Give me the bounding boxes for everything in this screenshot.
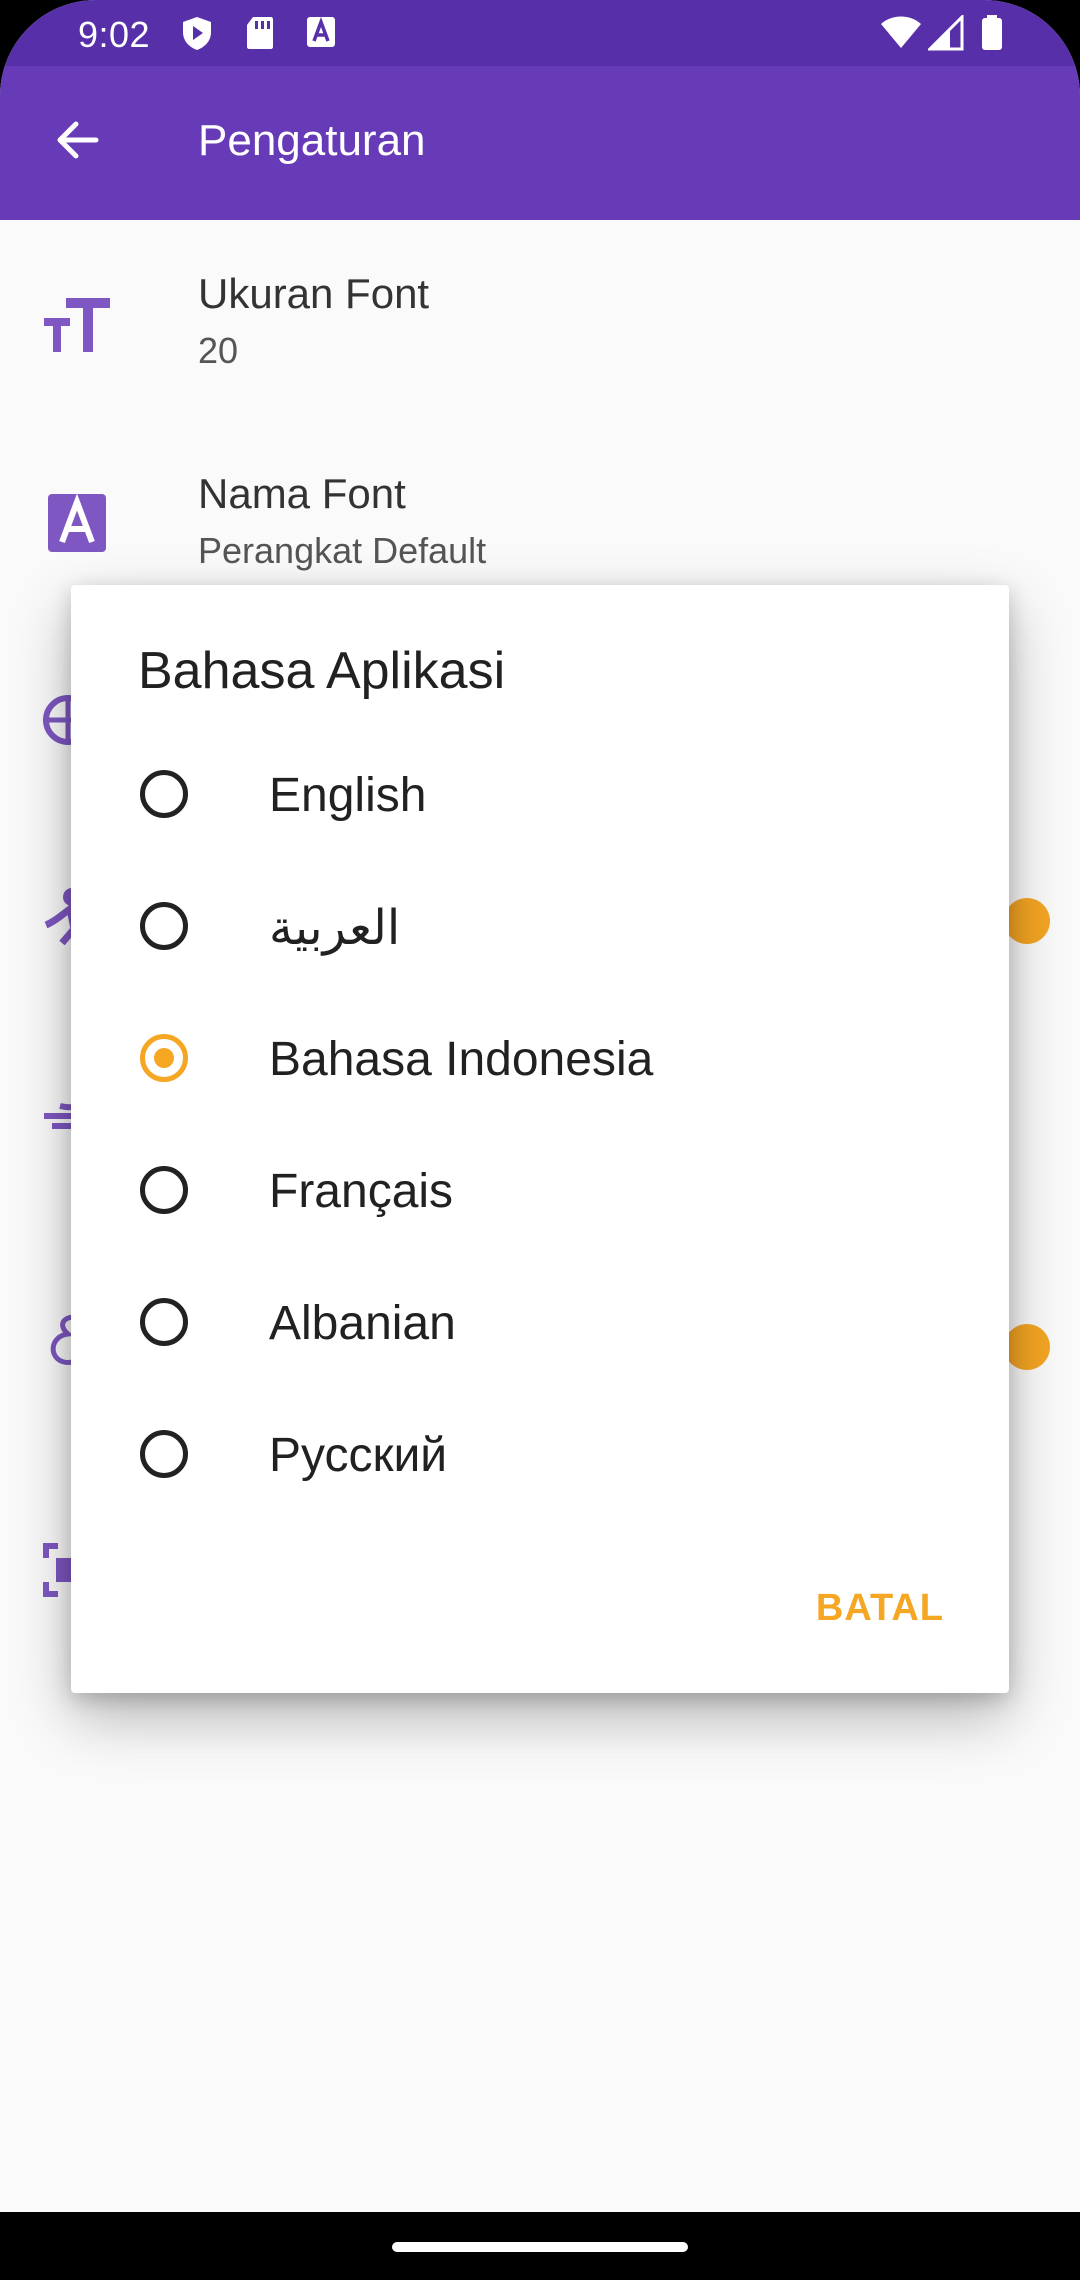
language-option-english[interactable]: English [71, 732, 1009, 864]
battery-icon [982, 15, 1002, 50]
toggle-thumb[interactable] [1004, 898, 1050, 944]
font-name-icon [48, 493, 106, 552]
option-label: العربية [269, 902, 401, 955]
setting-value: Perangkat Default [198, 530, 487, 571]
radio-button[interactable] [140, 770, 188, 818]
wifi-icon [881, 16, 921, 48]
home-gesture-handle[interactable] [392, 2242, 688, 2252]
radio-button-selected[interactable] [140, 1034, 188, 1082]
language-option-russian[interactable]: Русский [71, 1392, 1009, 1524]
language-option-indonesian[interactable]: Bahasa Indonesia [71, 996, 1009, 1128]
language-option-french[interactable]: Français [71, 1128, 1009, 1260]
option-label: Bahasa Indonesia [269, 1033, 654, 1086]
option-label: English [269, 769, 427, 822]
sd-card-icon [247, 17, 273, 49]
option-label: Русский [269, 1429, 448, 1482]
a-text-icon [307, 16, 335, 47]
signal-icon [928, 15, 964, 51]
arrow-back-icon[interactable] [48, 110, 108, 170]
status-bar: 9:02 [0, 0, 1080, 66]
radio-button[interactable] [140, 902, 188, 950]
font-size-icon [44, 298, 110, 352]
radio-button[interactable] [140, 1298, 188, 1346]
radio-button[interactable] [140, 1430, 188, 1478]
navigation-bar [0, 2212, 1080, 2280]
setting-font-size[interactable]: Ukuran Font 20 [0, 220, 1080, 420]
cancel-button[interactable]: BATAL [816, 1587, 944, 1630]
option-label: Albanian [269, 1297, 456, 1350]
language-dialog: Bahasa Aplikasi English العربية Bahasa I… [71, 585, 1009, 1693]
shield-icon [183, 17, 211, 50]
status-time: 9:02 [78, 14, 151, 55]
app-bar: Pengaturan [0, 66, 1080, 220]
dialog-title: Bahasa Aplikasi [138, 642, 506, 700]
page-title: Pengaturan [198, 116, 426, 165]
setting-title: Nama Font [198, 470, 406, 517]
setting-title: Ukuran Font [198, 270, 430, 317]
option-label: Français [269, 1165, 454, 1218]
screen: 9:02 Pengaturan Ukuran Font 20 Nama Font… [0, 0, 1080, 2280]
language-option-albanian[interactable]: Albanian [71, 1260, 1009, 1392]
setting-value: 20 [198, 330, 239, 371]
language-option-arabic[interactable]: العربية [71, 864, 1009, 996]
radio-button[interactable] [140, 1166, 188, 1214]
toggle-thumb[interactable] [1004, 1324, 1050, 1370]
